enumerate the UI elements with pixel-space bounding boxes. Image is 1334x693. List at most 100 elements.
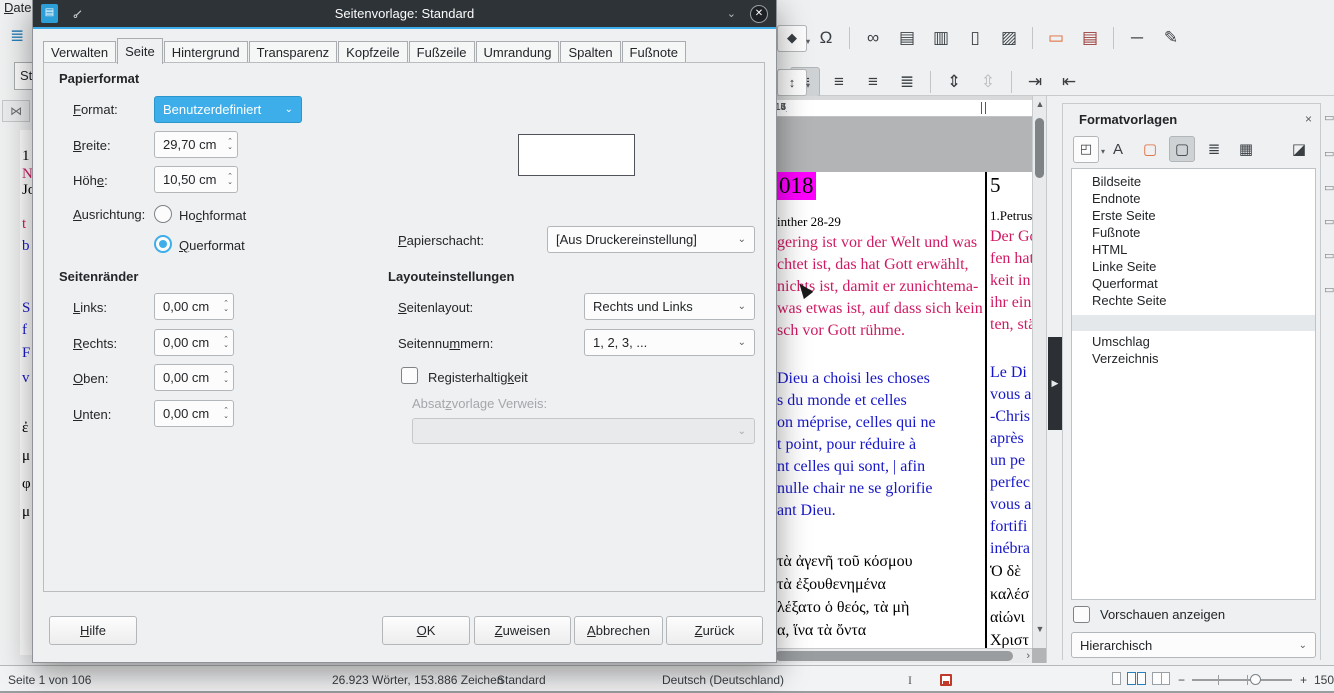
dialog-tab[interactable]: Fußzeile bbox=[409, 41, 475, 64]
dialog-tab[interactable]: Seite bbox=[117, 38, 163, 64]
pin-icon[interactable]: ⊸ bbox=[68, 4, 87, 23]
ok-button[interactable]: OK bbox=[382, 616, 470, 645]
justify-icon[interactable]: ≣ bbox=[892, 67, 922, 97]
margin-right-spinner[interactable]: 0,00 cm⌃⌄ bbox=[154, 329, 234, 356]
scroll-up-icon[interactable]: ▲ bbox=[1033, 99, 1047, 109]
basic-shapes-icon[interactable]: ◆ bbox=[777, 25, 807, 52]
dialog-tab[interactable]: Kopfzeile bbox=[338, 41, 407, 64]
toolbar-separator[interactable] bbox=[1028, 25, 1037, 51]
tab-stop-selector-icon[interactable]: ⋈ bbox=[2, 100, 30, 122]
style-list-item[interactable]: Rechte Seite bbox=[1072, 292, 1315, 309]
insert-endnote-icon[interactable]: ▥ bbox=[926, 23, 956, 53]
insert-comment-icon[interactable]: ▭ bbox=[1041, 23, 1071, 53]
toolbar-separator[interactable] bbox=[1007, 69, 1016, 95]
page-styles-icon[interactable]: ▢ bbox=[1169, 136, 1195, 162]
chevron-down-icon[interactable]: ⌄ bbox=[727, 7, 736, 20]
sidebar-tab-strip[interactable]: ▭▭▭▭▭▭ bbox=[1320, 103, 1334, 660]
zoom-slider-thumb[interactable] bbox=[1250, 674, 1261, 685]
register-true-checkbox[interactable] bbox=[401, 367, 418, 384]
spinner-arrows-icon[interactable]: ⌃⌄ bbox=[217, 337, 229, 349]
toolbar-separator[interactable] bbox=[845, 25, 854, 51]
format-dropdown[interactable]: Benutzerdefiniert⌄ bbox=[154, 96, 302, 123]
style-list-item[interactable]: Querformat bbox=[1072, 275, 1315, 292]
margin-bottom-spinner[interactable]: 0,00 cm⌃⌄ bbox=[154, 400, 234, 427]
style-list-item[interactable]: Linke Seite bbox=[1072, 258, 1315, 275]
margin-left-spinner[interactable]: 0,00 cm⌃⌄ bbox=[154, 293, 234, 320]
para-spacing-decrease-icon[interactable]: ⇳ bbox=[973, 67, 1003, 97]
height-spinner[interactable]: 10,50 cm⌃⌄ bbox=[154, 166, 238, 193]
style-list-item[interactable]: Fußnote bbox=[1072, 224, 1315, 241]
sidebar-splitter[interactable]: ▶ bbox=[1046, 96, 1062, 663]
horizontal-scrollbar-thumb[interactable] bbox=[775, 651, 1013, 661]
status-page-style[interactable]: Standard bbox=[497, 673, 546, 687]
insert-footnote-icon[interactable]: ▤ bbox=[892, 23, 922, 53]
style-list-item[interactable]: Erste Seite bbox=[1072, 207, 1315, 224]
portrait-radio[interactable] bbox=[154, 205, 172, 223]
line-spacing-icon[interactable]: ↕ bbox=[777, 69, 807, 96]
dialog-tab[interactable]: Spalten bbox=[560, 41, 620, 64]
show-previews-checkbox[interactable] bbox=[1073, 606, 1090, 623]
status-language[interactable]: Deutsch (Deutschland) bbox=[662, 673, 784, 687]
dialog-tab[interactable]: Transparenz bbox=[249, 41, 338, 64]
zoom-slider[interactable] bbox=[1192, 679, 1292, 681]
fill-format-mode-icon[interactable]: ◪ bbox=[1286, 136, 1312, 162]
indent-decrease-icon[interactable]: ⇤ bbox=[1054, 67, 1084, 97]
sidebar-tab-icon[interactable]: ▭ bbox=[1324, 111, 1334, 124]
dialog-tab[interactable]: Umrandung bbox=[476, 41, 560, 64]
toolbar-separator[interactable] bbox=[1109, 25, 1118, 51]
spinner-arrows-icon[interactable]: ⌃⌄ bbox=[217, 372, 229, 384]
book-view-icon[interactable] bbox=[1152, 672, 1170, 685]
style-list-item[interactable] bbox=[1072, 315, 1315, 331]
cross-reference-icon[interactable]: ▨ bbox=[994, 23, 1024, 53]
track-changes-icon[interactable]: ▤ bbox=[1075, 23, 1105, 53]
para-spacing-increase-icon[interactable]: ⇕ bbox=[939, 67, 969, 97]
sidebar-hide-handle[interactable]: ▶ bbox=[1048, 337, 1062, 430]
landscape-radio[interactable] bbox=[154, 235, 172, 253]
spinner-arrows-icon[interactable]: ⌃⌄ bbox=[221, 174, 233, 186]
indent-increase-icon[interactable]: ⇥ bbox=[1020, 67, 1050, 97]
character-styles-icon[interactable]: A bbox=[1105, 136, 1131, 162]
style-list-item[interactable]: HTML bbox=[1072, 241, 1315, 258]
style-list-item[interactable]: Umschlag bbox=[1072, 333, 1315, 350]
vertical-scrollbar[interactable]: ▲ ▼ bbox=[1032, 96, 1046, 648]
horizontal-line-icon[interactable]: ─ bbox=[1122, 23, 1152, 53]
spinner-arrows-icon[interactable]: ⌃⌄ bbox=[217, 408, 229, 420]
page-layout-dropdown[interactable]: Rechts und Links⌄ bbox=[584, 293, 755, 320]
close-icon[interactable]: ✕ bbox=[750, 5, 768, 23]
new-style-from-selection-icon[interactable]: ◰ bbox=[1073, 136, 1099, 163]
sidebar-tab-icon[interactable]: ▭ bbox=[1324, 249, 1334, 262]
portrait-label[interactable]: Hochformat bbox=[179, 208, 246, 223]
apply-button[interactable]: Zuweisen bbox=[474, 616, 571, 645]
style-list-item[interactable]: Verzeichnis bbox=[1072, 350, 1315, 367]
style-filter-dropdown[interactable]: Hierarchisch ⌄ bbox=[1071, 632, 1316, 658]
menu-datei[interactable]: Datei bbox=[4, 0, 34, 15]
sidebar-toggle-icon[interactable]: ≣ bbox=[10, 26, 24, 46]
reset-button[interactable]: Zurück bbox=[666, 616, 763, 645]
align-right-icon[interactable]: ≡ bbox=[858, 67, 888, 97]
styles-list[interactable]: BildseiteEndnoteErste SeiteFußnoteHTMLLi… bbox=[1071, 168, 1316, 600]
zoom-out-icon[interactable]: − bbox=[1178, 673, 1185, 687]
selection-mode-icon[interactable]: I bbox=[908, 673, 912, 688]
scroll-right-icon[interactable]: › bbox=[1026, 650, 1030, 662]
register-true-label[interactable]: Registerhaltigkeit bbox=[428, 370, 528, 385]
sidebar-tab-icon[interactable]: ▭ bbox=[1324, 147, 1334, 160]
dialog-tab[interactable]: Verwalten bbox=[43, 41, 116, 64]
spinner-arrows-icon[interactable]: ⌃⌄ bbox=[221, 139, 233, 151]
single-page-view-icon[interactable] bbox=[1112, 672, 1121, 685]
sidebar-tab-icon[interactable]: ▭ bbox=[1324, 181, 1334, 194]
margin-top-spinner[interactable]: 0,00 cm⌃⌄ bbox=[154, 364, 234, 391]
horizontal-scrollbar[interactable]: › bbox=[775, 648, 1032, 663]
toolbar-separator[interactable] bbox=[926, 69, 935, 95]
page-numbers-dropdown[interactable]: 1, 2, 3, ...⌄ bbox=[584, 329, 755, 356]
special-character-icon[interactable]: Ω bbox=[811, 23, 841, 53]
sidebar-tab-icon[interactable]: ▭ bbox=[1324, 283, 1334, 296]
frame-styles-icon[interactable]: ▢ bbox=[1137, 136, 1163, 162]
style-list-item[interactable]: Bildseite bbox=[1072, 173, 1315, 190]
unsaved-changes-icon[interactable] bbox=[940, 674, 952, 686]
help-button[interactable]: Hilfe bbox=[49, 616, 137, 645]
vertical-scrollbar-thumb[interactable] bbox=[1035, 118, 1044, 178]
align-center-icon[interactable]: ≡ bbox=[824, 67, 854, 97]
zoom-level[interactable]: 150 bbox=[1314, 673, 1334, 687]
status-page-count[interactable]: Seite 1 von 106 bbox=[8, 673, 91, 687]
freeform-line-icon[interactable]: ✎ bbox=[1156, 23, 1186, 53]
